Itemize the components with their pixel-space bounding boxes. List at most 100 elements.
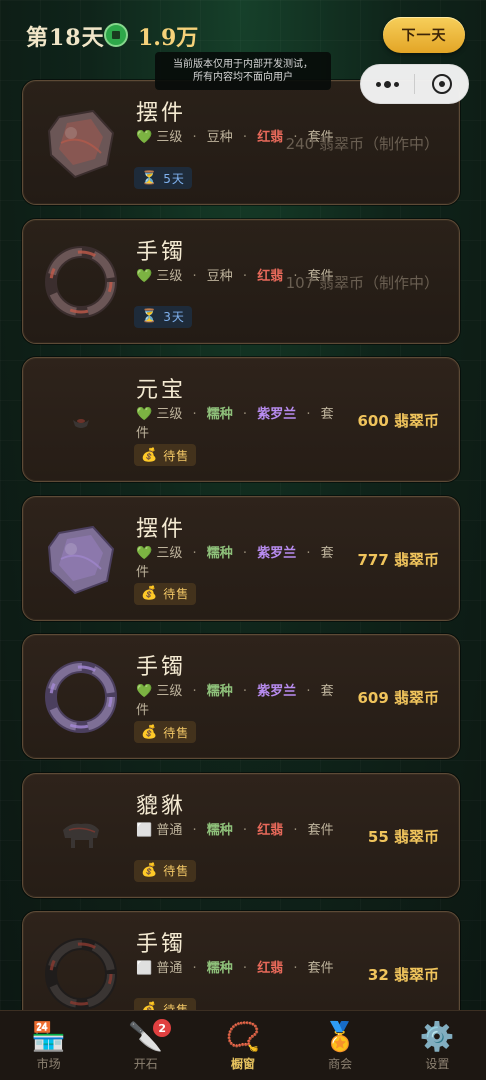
nav-item[interactable]: 📿 橱窗 (194, 1011, 291, 1080)
item-texture: 豆种 (206, 130, 233, 145)
item-grade: 普通 (156, 961, 183, 976)
item-status-tag: 💰 待售 (134, 582, 197, 605)
separator-dot: · (192, 684, 197, 699)
bottom-nav: 🏪 市场 🔪 开石 2 📿 橱窗 🏅 商会 ⚙️ 设置 (0, 1010, 486, 1080)
jade-coin-icon (104, 23, 128, 47)
item-color: 红翡 (257, 961, 284, 976)
money-bag-icon: 💰 (141, 863, 159, 878)
item-attributes: 💚 三级 · 糯种 · 紫罗兰 · 套件 (136, 405, 336, 443)
separator-dot: · (192, 545, 197, 561)
item-price: 777 翡翠币 (357, 550, 439, 569)
item-grade: 三级 (156, 268, 183, 284)
item-card[interactable]: 貔貅 ⬜ 普通 · 糯种 · 红翡 · 套件 💰 待售 55 翡翠币 (22, 772, 460, 898)
beads-icon: 📿 (225, 1020, 261, 1053)
money-amount: 1.9万 (138, 25, 199, 51)
nav-item[interactable]: 🏪 市场 (0, 1011, 97, 1080)
item-attributes: 💚 三级 · 糯种 · 紫罗兰 · 套件 (136, 682, 336, 720)
nav-label: 橱窗 (230, 1057, 255, 1071)
item-thumbnail (41, 657, 121, 737)
green-heart-icon: 💚 (136, 545, 153, 561)
target-icon[interactable] (415, 65, 468, 103)
separator-dot: · (242, 684, 248, 699)
item-thumbnail (41, 103, 121, 183)
item-name: 手镯 (136, 932, 187, 957)
white-square-icon: ⬜ (136, 961, 153, 976)
money-bag-icon: 💰 (141, 586, 159, 601)
item-card[interactable]: 手镯 💚 三级 · 豆种 · 红翡 · 套件 ⏳ 3天 107 翡翠币（制作中） (22, 218, 460, 344)
item-status-text: 5天 (163, 171, 185, 186)
item-color: 紫罗兰 (257, 407, 297, 422)
item-grade: 普通 (156, 822, 183, 838)
item-texture: 糯种 (206, 545, 233, 561)
green-heart-icon: 💚 (136, 684, 153, 699)
item-texture: 糯种 (206, 684, 233, 699)
separator-dot: · (306, 684, 311, 699)
item-status-text: 待售 (163, 864, 190, 878)
item-texture: 糯种 (206, 407, 233, 422)
item-suite: 套件 (307, 822, 334, 838)
white-square-icon: ⬜ (136, 822, 153, 838)
item-grade: 三级 (156, 407, 183, 422)
nav-label: 市场 (36, 1057, 61, 1071)
day-counter: 第18天 (26, 25, 105, 51)
item-status-tag: ⏳ 3天 (134, 305, 192, 328)
item-card[interactable]: 手镯 💚 三级 · 糯种 · 紫罗兰 · 套件 💰 待售 609 翡翠币 (22, 634, 460, 759)
item-grade: 三级 (156, 130, 183, 145)
item-price: 55 翡翠币 (367, 827, 439, 846)
hourglass-icon: ⏳ (141, 309, 159, 324)
mini-program-capsule (360, 64, 469, 104)
dev-notice-line-1: 当前版本仅用于内部开发测试， (173, 59, 313, 70)
separator-dot: · (306, 407, 311, 422)
item-thumbnail (41, 380, 121, 460)
item-name: 元宝 (136, 378, 187, 403)
green-heart-icon: 💚 (136, 130, 153, 145)
nav-item[interactable]: 🏅 商会 (292, 1011, 389, 1080)
item-texture: 糯种 (206, 822, 233, 838)
money-bag-icon: 💰 (141, 724, 159, 740)
item-status-text: 3天 (163, 310, 185, 324)
item-color: 红翡 (257, 822, 284, 838)
item-color: 红翡 (257, 130, 284, 145)
dev-notice: 当前版本仅用于内部开发测试， 所有内容均不面向用户 (155, 52, 331, 90)
separator-dot: · (192, 268, 197, 284)
separator-dot: · (192, 822, 197, 838)
hourglass-icon: ⏳ (141, 170, 159, 186)
separator-dot: · (242, 545, 248, 561)
store-icon: 🏪 (31, 1020, 67, 1053)
item-attributes: ⬜ 普通 · 糯种 · 红翡 · 套件 (136, 821, 336, 840)
item-texture: 豆种 (206, 268, 233, 284)
notification-badge: 2 (153, 1019, 172, 1037)
item-name: 手镯 (136, 239, 187, 265)
green-heart-icon: 💚 (136, 407, 153, 422)
nav-label: 开石 (133, 1057, 158, 1071)
nav-label: 设置 (425, 1057, 450, 1071)
separator-dot: · (242, 822, 248, 838)
dev-notice-line-2: 所有内容均不面向用户 (193, 72, 293, 83)
item-status-tag: 💰 待售 (134, 721, 197, 743)
item-status-text: 待售 (163, 587, 190, 601)
item-grade: 三级 (156, 545, 183, 561)
item-card[interactable]: 摆件 💚 三级 · 糯种 · 紫罗兰 · 套件 💰 待售 777 翡翠币 (22, 495, 460, 621)
separator-dot: · (242, 407, 248, 422)
gear-icon: ⚙️ (419, 1020, 455, 1053)
item-thumbnail (41, 242, 121, 322)
item-card[interactable]: 元宝 💚 三级 · 糯种 · 紫罗兰 · 套件 💰 待售 600 翡翠币 (22, 357, 460, 482)
separator-dot: · (293, 822, 298, 838)
item-color: 紫罗兰 (257, 684, 297, 699)
item-status-tag: ⏳ 5天 (134, 167, 192, 189)
nav-item[interactable]: ⚙️ 设置 (389, 1011, 486, 1080)
item-name: 摆件 (136, 516, 187, 542)
item-price: 32 翡翠币 (367, 966, 439, 984)
nav-label: 商会 (328, 1057, 353, 1071)
more-dots-icon[interactable] (361, 65, 414, 103)
nav-item[interactable]: 🔪 开石 2 (97, 1011, 194, 1080)
item-price: 107 翡翠币（制作中） (285, 273, 439, 292)
item-status-tag: 💰 待售 (134, 444, 197, 466)
item-status-text: 待售 (163, 725, 190, 740)
green-heart-icon: 💚 (136, 268, 153, 284)
item-thumbnail (41, 796, 121, 876)
item-thumbnail (41, 934, 121, 1014)
item-name: 手镯 (136, 655, 187, 680)
next-day-button[interactable]: 下一天 (383, 17, 465, 53)
item-attributes: 💚 三级 · 糯种 · 紫罗兰 · 套件 (136, 544, 336, 582)
